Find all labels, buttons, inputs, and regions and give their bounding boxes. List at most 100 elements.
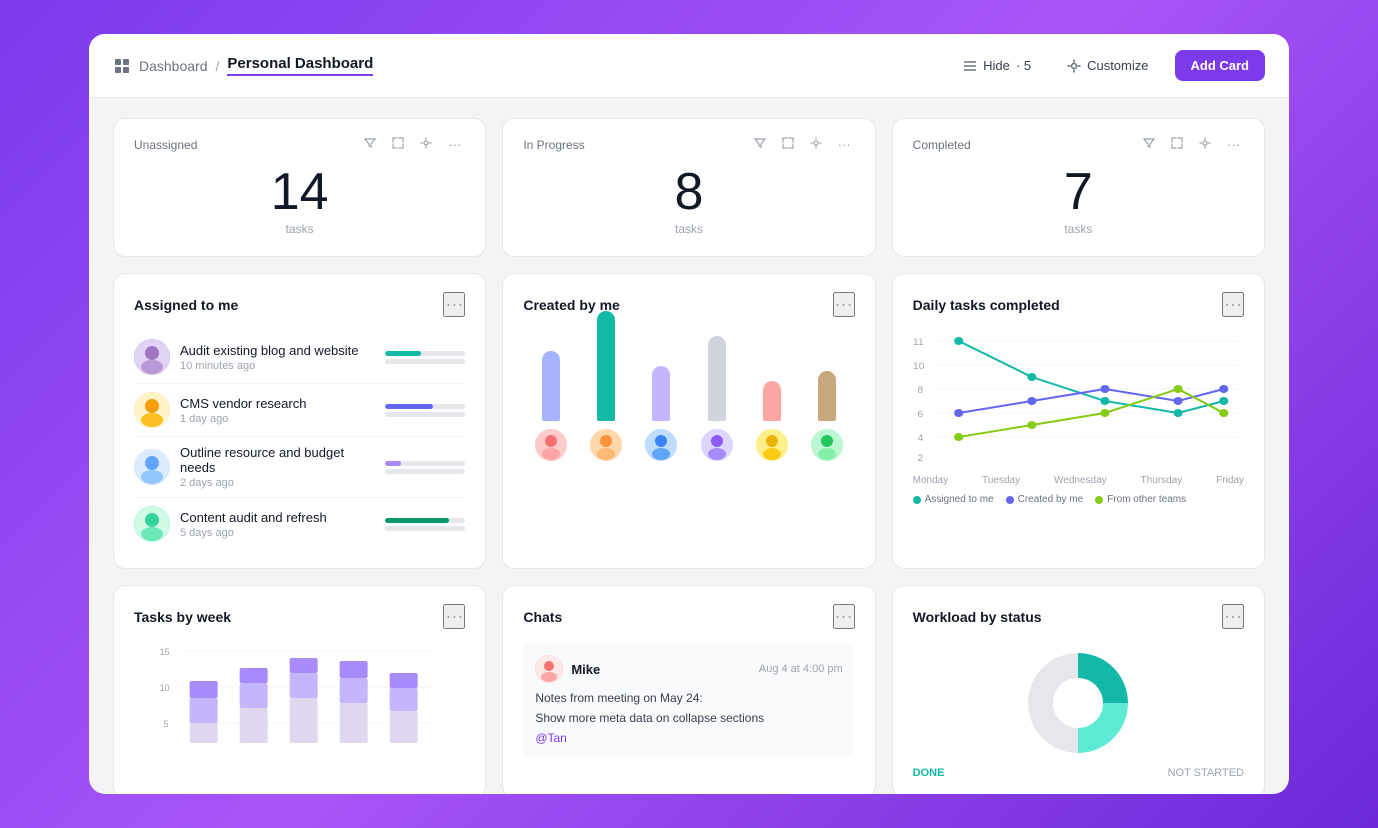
more-icon-unassigned[interactable]: ··· [444, 135, 465, 154]
bar-avatar-4 [756, 429, 788, 461]
chat-user: Mike [535, 655, 600, 683]
stat-actions-unassigned: ··· [360, 135, 465, 154]
settings-icon-completed[interactable] [1195, 135, 1215, 154]
assigned-card-menu[interactable]: ··· [443, 292, 465, 317]
breadcrumb-current: Personal Dashboard [227, 55, 373, 76]
settings-icon-inprogress[interactable] [806, 135, 826, 154]
svg-text:4: 4 [917, 434, 923, 444]
task-item-0: Audit existing blog and website 10 minut… [134, 331, 465, 384]
customize-button[interactable]: Customize [1057, 52, 1158, 79]
hide-count: · 5 [1016, 58, 1031, 73]
task-avatar-1 [134, 392, 170, 428]
workload-card: Workload by status ··· [892, 585, 1265, 794]
created-by-me-card: Created by me ··· [502, 273, 875, 569]
svg-text:8: 8 [917, 386, 923, 396]
task-time-1: 1 day ago [180, 413, 375, 425]
task-progress-3 [385, 518, 465, 531]
task-progress-1 [385, 404, 465, 417]
pie-labels: DONE NOT STARTED [913, 767, 1244, 779]
stat-number-completed: 7 [913, 166, 1244, 218]
dashboard-icon [113, 57, 131, 75]
chats-card-menu[interactable]: ··· [833, 604, 855, 629]
bar-group-5 [811, 371, 843, 461]
legend-assigned: Assigned to me [913, 494, 994, 505]
header-actions: Hide · 5 Customize Add Card [953, 50, 1265, 81]
bar-avatar-0 [535, 429, 567, 461]
task-avatar-2 [134, 449, 170, 485]
chats-card-title: Chats [523, 609, 562, 625]
daily-card-title: Daily tasks completed [913, 297, 1060, 313]
stat-actions-completed: ··· [1139, 135, 1244, 154]
stat-number-inprogress: 8 [523, 166, 854, 218]
expand-icon-unassigned[interactable] [388, 135, 408, 154]
more-icon-completed[interactable]: ··· [1223, 135, 1244, 154]
chart-x-labels: Monday Tuesday Wednesday Thursday Friday [913, 475, 1244, 486]
chat-mention[interactable]: @Tan [535, 731, 842, 745]
task-progress-2 [385, 461, 465, 474]
bar-avatar-3 [701, 429, 733, 461]
svg-text:10: 10 [913, 362, 924, 372]
bar-avatar-1 [590, 429, 622, 461]
header: Dashboard / Personal Dashboard Hide · 5 … [89, 34, 1289, 98]
task-info-2: Outline resource and budget needs 2 days… [180, 445, 375, 489]
filter-icon-inprogress[interactable] [750, 135, 770, 154]
workload-card-menu[interactable]: ··· [1222, 604, 1244, 629]
stat-number-unassigned: 14 [134, 166, 465, 218]
task-info-0: Audit existing blog and website 10 minut… [180, 343, 375, 372]
add-card-button[interactable]: Add Card [1175, 50, 1266, 81]
stat-label-inprogress: tasks [523, 222, 854, 236]
task-time-3: 5 days ago [180, 527, 375, 539]
task-item-2: Outline resource and budget needs 2 days… [134, 437, 465, 498]
chat-message: Mike Aug 4 at 4:00 pm Notes from meeting… [523, 643, 854, 757]
tasks-by-week-card: Tasks by week ··· 15 10 5 [113, 585, 486, 794]
task-item-1: CMS vendor research 1 day ago [134, 384, 465, 437]
task-name-1: CMS vendor research [180, 396, 375, 411]
stat-card-completed: Completed ··· 7 ta [892, 118, 1265, 257]
week-card-menu[interactable]: ··· [443, 604, 465, 629]
created-chart [523, 331, 854, 461]
legend-other: From other teams [1095, 494, 1186, 505]
svg-text:6: 6 [917, 410, 923, 420]
week-chart-area: 15 10 5 [134, 643, 465, 763]
main-cards-row: Assigned to me ··· Audit existing blog a… [113, 273, 1265, 569]
week-card-title: Tasks by week [134, 609, 231, 625]
chats-card: Chats ··· Mike Aug 4 at 4:00 pm Notes fr… [502, 585, 875, 794]
task-item-3: Content audit and refresh 5 days ago [134, 498, 465, 550]
chat-text-1: Notes from meeting on May 24: [535, 691, 842, 705]
created-card-menu[interactable]: ··· [833, 292, 855, 317]
task-avatar-0 [134, 339, 170, 375]
svg-text:15: 15 [160, 647, 170, 657]
daily-card-menu[interactable]: ··· [1222, 292, 1244, 317]
svg-text:10: 10 [160, 683, 170, 693]
chart-legend: Assigned to me Created by me From other … [913, 494, 1244, 505]
bar-group-2 [645, 366, 677, 461]
bar-group-0 [535, 351, 567, 461]
settings-icon-unassigned[interactable] [416, 135, 436, 154]
svg-text:2: 2 [917, 454, 923, 464]
hide-button[interactable]: Hide · 5 [953, 52, 1041, 79]
chat-text-2: Show more meta data on collapse sections [535, 711, 842, 725]
daily-chart-container: 11 10 8 6 4 2 [913, 331, 1244, 471]
expand-icon-inprogress[interactable] [778, 135, 798, 154]
stat-title-completed: Completed [913, 138, 971, 152]
filter-icon-completed[interactable] [1139, 135, 1159, 154]
legend-created: Created by me [1006, 494, 1084, 505]
stat-label-unassigned: tasks [134, 222, 465, 236]
filter-icon-unassigned[interactable] [360, 135, 380, 154]
task-avatar-3 [134, 506, 170, 542]
more-icon-inprogress[interactable]: ··· [834, 135, 855, 154]
chat-time: Aug 4 at 4:00 pm [759, 663, 843, 675]
stat-card-inprogress: In Progress ··· 8 [502, 118, 875, 257]
expand-icon-completed[interactable] [1167, 135, 1187, 154]
task-time-0: 10 minutes ago [180, 360, 375, 372]
hide-icon [963, 59, 977, 73]
stat-label-completed: tasks [913, 222, 1244, 236]
bar-group-1 [590, 311, 622, 461]
bar-group-3 [701, 336, 733, 461]
svg-text:5: 5 [164, 719, 169, 729]
bar-group-4 [756, 381, 788, 461]
stat-cards-row: Unassigned ··· 14 [113, 118, 1265, 257]
daily-tasks-card: Daily tasks completed ··· 11 10 8 [892, 273, 1265, 569]
task-name-0: Audit existing blog and website [180, 343, 375, 358]
breadcrumb-parent[interactable]: Dashboard [139, 58, 208, 74]
